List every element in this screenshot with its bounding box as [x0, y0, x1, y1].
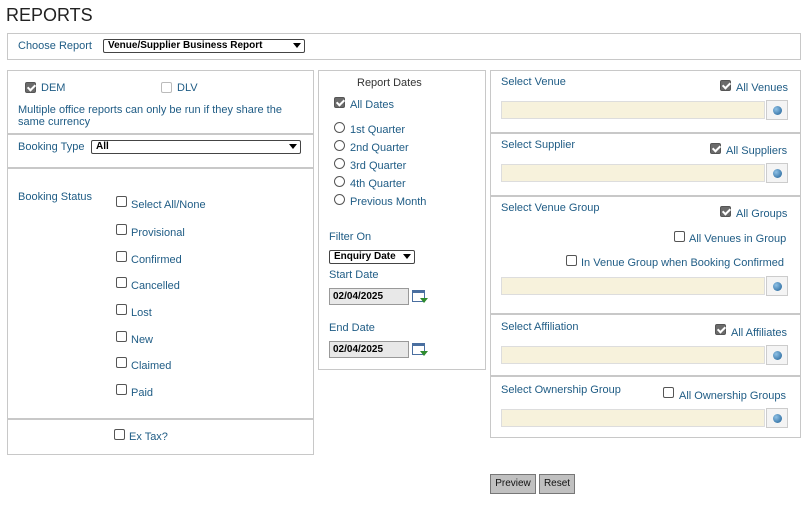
report-chooser-panel: Choose Report Venue/Supplier Business Re… — [7, 33, 801, 60]
filter-on-value: Enquiry Date — [334, 251, 396, 262]
in-group-when-confirmed-checkbox[interactable] — [566, 255, 577, 266]
booking-type-label: Booking Type — [18, 141, 85, 153]
status-label-lost: Lost — [131, 307, 152, 319]
radio-label-1st-quarter: 1st Quarter — [350, 124, 406, 136]
status-checkbox-confirmed[interactable] — [116, 251, 127, 262]
affiliation-panel: Select Affiliation All Affiliates — [490, 314, 801, 376]
ex-tax-checkbox[interactable] — [114, 429, 125, 440]
status-checkbox-select-all[interactable] — [116, 196, 127, 207]
choose-report-label: Choose Report — [18, 40, 92, 52]
status-label-provisional: Provisional — [131, 227, 185, 239]
select-supplier-label: Select Supplier — [501, 139, 575, 151]
select-affiliation-label: Select Affiliation — [501, 321, 579, 333]
chevron-down-icon — [293, 43, 301, 48]
venue-lookup-globe-icon[interactable] — [766, 100, 788, 120]
in-group-when-confirmed-label: In Venue Group when Booking Confirmed — [581, 257, 785, 269]
status-checkbox-lost[interactable] — [116, 304, 127, 315]
status-label-select-all: Select All/None — [131, 199, 206, 211]
end-date-input[interactable]: 02/04/2025 — [329, 341, 409, 358]
affiliation-input[interactable] — [501, 346, 765, 364]
radio-3rd-quarter[interactable] — [334, 158, 345, 169]
calendar-icon[interactable] — [412, 288, 428, 304]
report-select-value: Venue/Supplier Business Report — [108, 40, 263, 51]
venue-panel: Select Venue All Venues — [490, 70, 801, 133]
all-suppliers-label: All Suppliers — [726, 145, 788, 157]
status-label-paid: Paid — [131, 387, 154, 399]
dlv-label: DLV — [177, 82, 198, 94]
ownership-group-lookup-globe-icon[interactable] — [766, 408, 788, 428]
all-venues-checkbox[interactable] — [720, 80, 731, 91]
offices-panel: DEM DLV Multiple office reports can only… — [7, 70, 314, 134]
booking-type-select[interactable]: All — [91, 140, 301, 154]
all-groups-checkbox[interactable] — [720, 206, 731, 217]
all-affiliates-label: All Affiliates — [731, 327, 788, 339]
report-dates-panel: Report Dates All Dates 1st Quarter 2nd Q… — [318, 70, 486, 370]
radio-previous-month[interactable] — [334, 194, 345, 205]
supplier-input[interactable] — [501, 164, 765, 182]
preview-button[interactable]: Preview — [490, 474, 536, 494]
radio-2nd-quarter[interactable] — [334, 140, 345, 151]
status-checkbox-new[interactable] — [116, 331, 127, 342]
all-dates-label: All Dates — [350, 99, 395, 111]
status-label-cancelled: Cancelled — [131, 280, 180, 292]
ownership-group-panel: Select Ownership Group All Ownership Gro… — [490, 376, 801, 438]
status-checkbox-claimed[interactable] — [116, 357, 127, 368]
select-venue-label: Select Venue — [501, 76, 566, 88]
end-date-label: End Date — [329, 322, 375, 334]
venue-input[interactable] — [501, 101, 765, 119]
all-affiliates-checkbox[interactable] — [715, 324, 726, 335]
radio-label-4th-quarter: 4th Quarter — [350, 178, 406, 190]
currency-note: Multiple office reports can only be run … — [18, 104, 282, 128]
status-checkbox-provisional[interactable] — [116, 224, 127, 235]
radio-label-3rd-quarter: 3rd Quarter — [350, 160, 407, 172]
venue-group-input[interactable] — [501, 277, 765, 295]
supplier-panel: Select Supplier All Suppliers — [490, 133, 801, 196]
all-dates-checkbox[interactable] — [334, 97, 345, 108]
booking-type-panel: Booking Type All — [7, 134, 314, 168]
radio-4th-quarter[interactable] — [334, 176, 345, 187]
supplier-lookup-globe-icon[interactable] — [766, 163, 788, 183]
radio-1st-quarter[interactable] — [334, 122, 345, 133]
all-ownership-groups-checkbox[interactable] — [663, 387, 674, 398]
reset-button[interactable]: Reset — [539, 474, 575, 494]
ownership-group-input[interactable] — [501, 409, 765, 427]
filter-on-label: Filter On — [329, 231, 372, 243]
ex-tax-panel: Ex Tax? — [7, 419, 314, 455]
all-suppliers-checkbox[interactable] — [710, 143, 721, 154]
start-date-input[interactable]: 02/04/2025 — [329, 288, 409, 305]
all-venues-label: All Venues — [736, 82, 788, 94]
report-select[interactable]: Venue/Supplier Business Report — [103, 39, 305, 53]
dem-label: DEM — [41, 82, 66, 94]
dlv-checkbox[interactable] — [161, 82, 172, 93]
status-checkbox-cancelled[interactable] — [116, 277, 127, 288]
status-checkbox-paid[interactable] — [116, 384, 127, 395]
booking-status-label: Booking Status — [18, 191, 92, 203]
affiliation-lookup-globe-icon[interactable] — [766, 345, 788, 365]
booking-type-value: All — [96, 141, 109, 152]
all-ownership-groups-label: All Ownership Groups — [679, 390, 786, 402]
status-label-confirmed: Confirmed — [131, 254, 182, 266]
venue-group-panel: Select Venue Group All Groups All Venues… — [490, 196, 801, 314]
status-label-new: New — [131, 334, 154, 346]
venue-group-lookup-globe-icon[interactable] — [766, 276, 788, 296]
page-title: REPORTS — [6, 5, 93, 25]
chevron-down-icon — [289, 144, 297, 149]
ex-tax-label: Ex Tax? — [129, 431, 168, 443]
chevron-down-icon — [403, 254, 411, 259]
radio-label-previous-month: Previous Month — [350, 196, 427, 208]
all-venues-in-group-checkbox[interactable] — [674, 231, 685, 242]
all-venues-in-group-label: All Venues in Group — [689, 233, 787, 245]
status-label-claimed: Claimed — [131, 360, 172, 372]
select-venue-group-label: Select Venue Group — [501, 202, 600, 214]
booking-status-panel: Booking Status Select All/None Provision… — [7, 168, 314, 419]
radio-label-2nd-quarter: 2nd Quarter — [350, 142, 409, 154]
calendar-icon[interactable] — [412, 341, 428, 357]
filter-on-select[interactable]: Enquiry Date — [329, 250, 415, 264]
select-ownership-group-label: Select Ownership Group — [501, 384, 621, 396]
start-date-label: Start Date — [329, 269, 379, 281]
all-groups-label: All Groups — [736, 208, 788, 220]
report-dates-title: Report Dates — [357, 77, 422, 89]
dem-checkbox[interactable] — [25, 82, 36, 93]
